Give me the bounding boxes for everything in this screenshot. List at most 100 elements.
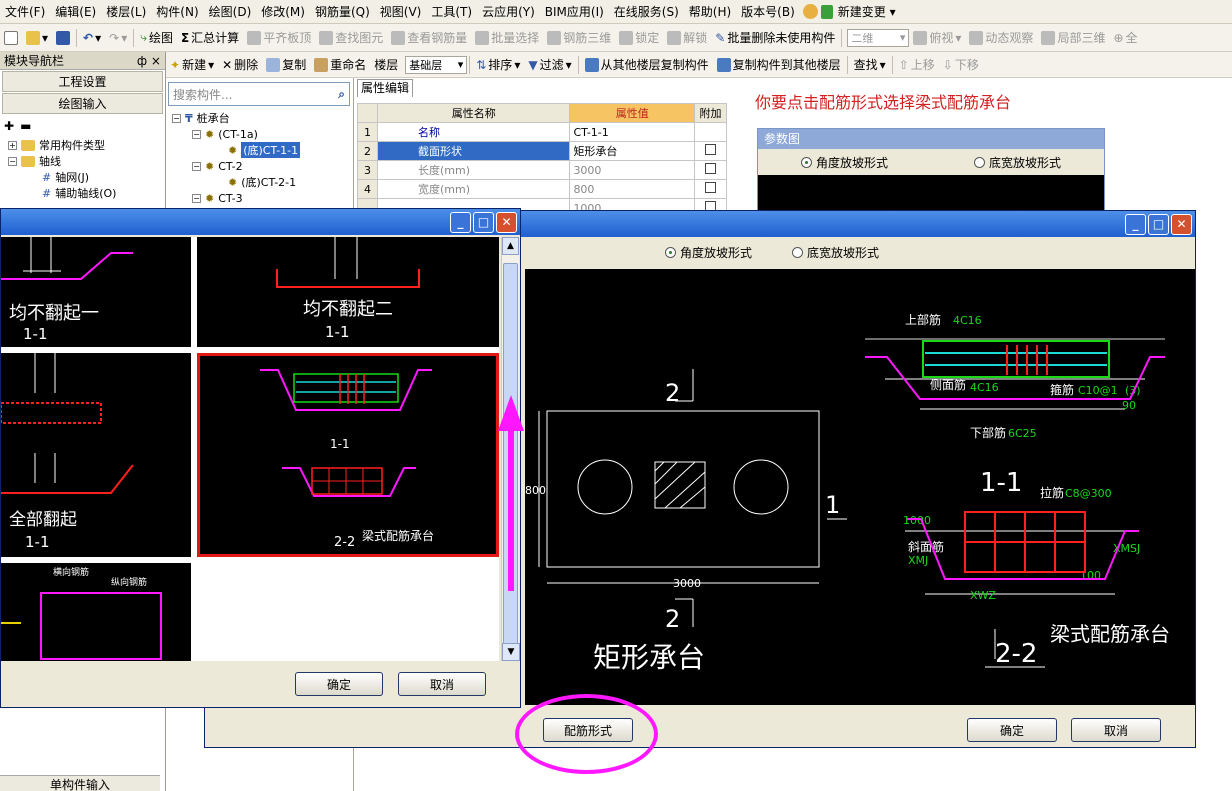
menu-edit[interactable]: 编辑(E): [50, 3, 101, 20]
menu-file[interactable]: 文件(F): [0, 3, 50, 20]
find-button[interactable]: 查找 ▾: [850, 54, 890, 76]
menu-view[interactable]: 视图(V): [375, 3, 427, 20]
collapse-icon[interactable]: −: [192, 161, 201, 171]
menu-bim[interactable]: BIM应用(I): [540, 3, 609, 20]
cancel-button[interactable]: 取消: [1071, 718, 1161, 742]
menu-component[interactable]: 构件(N): [151, 3, 203, 20]
dynamic-view-button[interactable]: 动态观察: [965, 27, 1037, 49]
menu-tools[interactable]: 工具(T): [426, 3, 477, 20]
maximize-icon[interactable]: □: [473, 211, 494, 233]
nav-item-aux-axis[interactable]: # 辅助轴线(O): [0, 185, 165, 201]
menu-version[interactable]: 版本号(B): [736, 3, 800, 20]
menu-floor[interactable]: 楼层(L): [101, 3, 151, 20]
tree-node-ct2[interactable]: − ✹ CT-2: [172, 158, 350, 174]
single-component-input-tab[interactable]: 单构件输入: [0, 775, 160, 791]
view-rebar-button[interactable]: 查看钢筋量: [387, 27, 471, 49]
nav-item-grid[interactable]: # 轴网(J): [0, 169, 165, 185]
radio-angle-slope[interactable]: 角度放坡形式: [800, 154, 888, 171]
menu-help[interactable]: 帮助(H): [684, 3, 736, 20]
tree-node-ct21[interactable]: ✹ (底)CT-2-1: [172, 174, 350, 190]
redo-button[interactable]: ↷ ▾: [105, 27, 131, 49]
rebar-form-option-a[interactable]: 均不翻起一 1-1: [1, 237, 191, 347]
rebar-form-option-beam[interactable]: 1-1 2-2 梁式配筋承台: [197, 353, 499, 557]
collapse-icon[interactable]: −: [192, 129, 201, 139]
close-icon[interactable]: ✕: [1171, 213, 1192, 235]
local-3d-button[interactable]: 局部三维: [1037, 27, 1109, 49]
move-down-button[interactable]: ⇩ 下移: [939, 54, 983, 76]
move-up-button[interactable]: ⇧ 上移: [895, 54, 939, 76]
table-row[interactable]: 3 长度(mm) 3000: [357, 160, 727, 180]
sum-calc-button[interactable]: Σ 汇总计算: [177, 27, 243, 49]
table-row[interactable]: 1 名称 CT-1-1: [357, 122, 727, 142]
filter-button[interactable]: ▼ 过滤 ▾: [524, 54, 575, 76]
menu-rebar-qty[interactable]: 钢筋量(Q): [310, 3, 375, 20]
batch-delete-button[interactable]: ✎ 批量删除未使用构件: [711, 27, 839, 49]
close-icon[interactable]: ✕: [496, 211, 517, 233]
save-button[interactable]: [52, 27, 74, 49]
nav-item-common-types[interactable]: + 常用构件类型: [0, 137, 165, 153]
menu-new-change[interactable]: 新建变更 ▾: [833, 3, 901, 20]
user-face-icon[interactable]: [802, 4, 818, 19]
rebar-form-option-e[interactable]: 横向钢筋 纵向钢筋: [1, 563, 191, 661]
tree-node-pile-cap[interactable]: − ₸ 桩承台: [172, 110, 350, 126]
floor-select[interactable]: 基础层 ▾: [405, 55, 468, 74]
search-input[interactable]: 搜索构件... ⌕: [168, 82, 350, 106]
copy-from-floor-button[interactable]: 从其他楼层复制构件: [581, 54, 713, 76]
unlock-button[interactable]: 解锁: [663, 27, 711, 49]
ok-button[interactable]: 确定: [967, 718, 1057, 742]
rebar-form-option-c[interactable]: 全部翻起 1-1: [1, 353, 191, 557]
radio-width-slope[interactable]: 底宽放坡形式: [792, 244, 879, 261]
delete-component-button[interactable]: ✕ 删除: [218, 54, 262, 76]
cancel-button[interactable]: 取消: [398, 672, 486, 696]
rename-button[interactable]: 重命名: [310, 54, 370, 76]
project-settings-button[interactable]: 工程设置: [2, 71, 163, 92]
tree-node-ct11[interactable]: ✹ (底)CT-1-1: [172, 142, 350, 158]
table-row[interactable]: 2 截面形状 矩形承台: [357, 141, 727, 161]
find-element-button[interactable]: 查找图元: [315, 27, 387, 49]
undo-button[interactable]: ↶ ▾: [79, 27, 105, 49]
rebar-form-option-b[interactable]: 均不翻起二 1-1: [197, 237, 499, 347]
draw-button[interactable]: ⤷ 绘图: [136, 27, 177, 49]
maximize-icon[interactable]: □: [1148, 213, 1169, 235]
ok-button[interactable]: 确定: [295, 672, 383, 696]
scroll-up-icon[interactable]: ▲: [502, 237, 519, 255]
pin-close-icons[interactable]: ф ×: [137, 54, 161, 68]
menu-modify[interactable]: 修改(M): [256, 3, 310, 20]
zoom-all-button[interactable]: ⊕ 全: [1109, 27, 1141, 49]
open-button[interactable]: ▾: [22, 27, 52, 49]
collapse-all-icon[interactable]: ▬: [20, 119, 31, 133]
expand-all-icon[interactable]: ✚: [4, 119, 14, 133]
new-file-button[interactable]: [0, 27, 22, 49]
minimize-icon[interactable]: _: [1125, 213, 1146, 235]
collapse-icon[interactable]: −: [172, 113, 181, 123]
sort-button[interactable]: ⇅ 排序 ▾: [472, 54, 524, 76]
tab-property-edit[interactable]: 属性编辑: [357, 79, 413, 97]
radio-angle-slope[interactable]: 角度放坡形式: [665, 244, 752, 261]
draw-input-button[interactable]: 绘图输入: [2, 93, 163, 114]
rebar-3d-button[interactable]: 钢筋三维: [543, 27, 615, 49]
copy-component-button[interactable]: 复制: [262, 54, 310, 76]
batch-select-button[interactable]: 批量选择: [471, 27, 543, 49]
extra-checkbox[interactable]: [705, 144, 717, 155]
extra-checkbox[interactable]: [705, 163, 717, 174]
search-icon[interactable]: ⌕: [338, 87, 345, 102]
flat-top-button[interactable]: 平齐板顶: [243, 27, 315, 49]
nav-item-axis[interactable]: − 轴线: [0, 153, 165, 169]
menu-draw[interactable]: 绘图(D): [204, 3, 257, 20]
collapse-icon[interactable]: −: [192, 193, 201, 203]
extra-checkbox[interactable]: [705, 182, 717, 193]
copy-to-floor-button[interactable]: 复制构件到其他楼层: [713, 54, 845, 76]
menu-cloud[interactable]: 云应用(Y): [477, 3, 540, 20]
table-row[interactable]: 4 宽度(mm) 800: [357, 179, 727, 199]
expand-icon[interactable]: +: [8, 140, 17, 150]
new-component-button[interactable]: ✦ 新建 ▾: [166, 54, 218, 76]
minimize-icon[interactable]: _: [450, 211, 471, 233]
scroll-down-icon[interactable]: ▼: [502, 643, 520, 661]
tree-node-ct3[interactable]: − ✹ CT-3: [172, 190, 350, 206]
view-mode-select[interactable]: 二维 ▾: [847, 28, 910, 47]
menu-online[interactable]: 在线服务(S): [609, 3, 684, 20]
lock-button[interactable]: 锁定: [615, 27, 663, 49]
collapse-icon[interactable]: −: [8, 156, 17, 166]
radio-width-slope[interactable]: 底宽放坡形式: [973, 154, 1061, 171]
plan-view-button[interactable]: 俯视 ▾: [909, 27, 965, 49]
